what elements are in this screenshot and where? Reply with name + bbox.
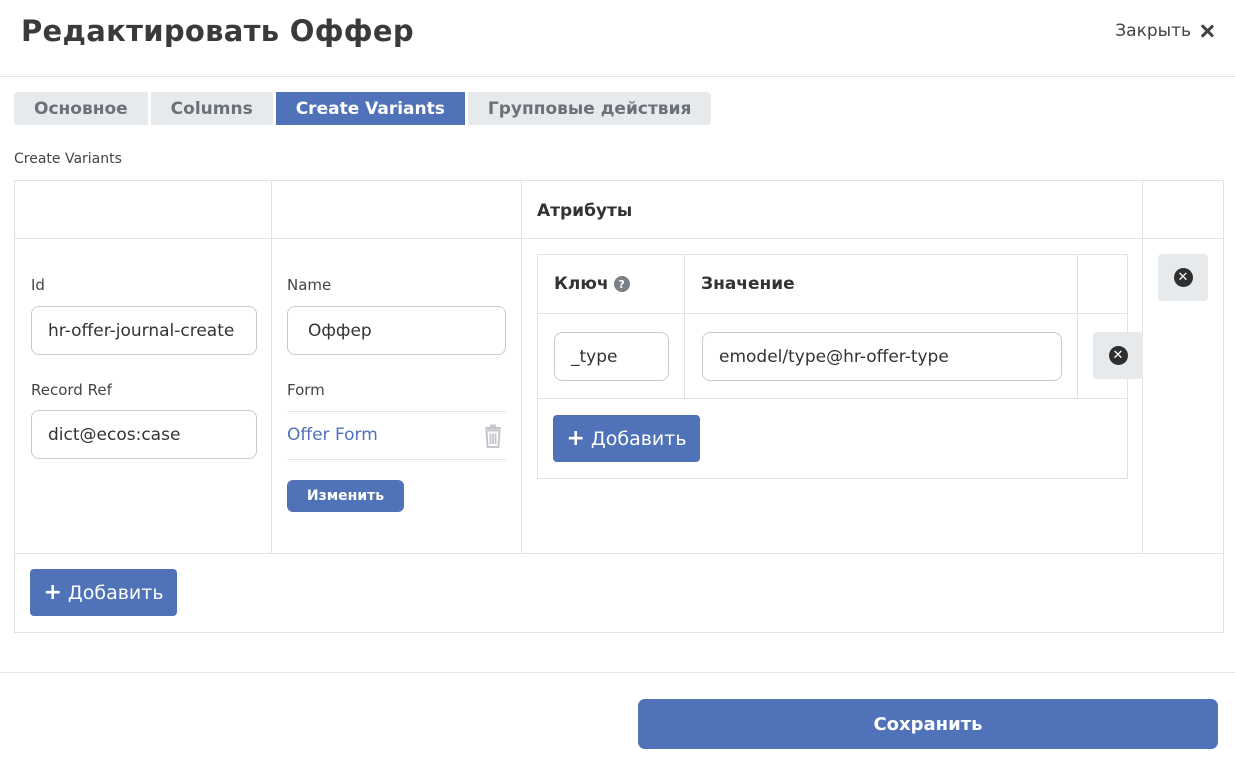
- tab-group-actions[interactable]: Групповые действия: [467, 92, 712, 125]
- add-attribute-button[interactable]: + Добавить: [553, 415, 700, 462]
- column-divider: [1077, 255, 1078, 398]
- footer-divider: [0, 672, 1235, 673]
- trash-icon[interactable]: [484, 424, 502, 448]
- plus-icon: +: [43, 579, 62, 605]
- remove-circle-icon: ✕: [1173, 268, 1193, 287]
- attributes-table: Ключ ? Значение _type emodel/type@hr-off…: [537, 254, 1143, 479]
- close-icon: [1199, 23, 1215, 39]
- column-divider: [521, 181, 522, 553]
- remove-attribute-button[interactable]: ✕: [1093, 332, 1143, 379]
- remove-circle-icon: ✕: [1108, 346, 1128, 365]
- key-header-label: Ключ: [554, 274, 609, 294]
- tab-create-variants[interactable]: Create Variants: [275, 92, 465, 125]
- column-divider: [684, 255, 685, 398]
- attribute-value-field[interactable]: emodel/type@hr-offer-type: [702, 332, 1062, 381]
- attributes-column-header: Атрибуты: [537, 201, 633, 221]
- plus-icon: +: [566, 425, 585, 451]
- close-button[interactable]: Закрыть: [1115, 21, 1215, 41]
- record-ref-field[interactable]: dict@ecos:case: [31, 410, 257, 459]
- name-label: Name: [287, 276, 332, 294]
- key-column-header: Ключ ?: [554, 274, 630, 294]
- add-variant-button[interactable]: + Добавить: [30, 569, 177, 616]
- remove-variant-button[interactable]: ✕: [1158, 254, 1208, 301]
- tab-basic[interactable]: Основное: [14, 92, 148, 125]
- form-label: Form: [287, 381, 325, 399]
- id-label: Id: [31, 276, 45, 294]
- column-divider: [271, 181, 272, 553]
- change-form-button[interactable]: Изменить: [287, 480, 404, 512]
- modal-title: Редактировать Оффер: [21, 14, 414, 48]
- modal-header: Редактировать Оффер Закрыть: [0, 0, 1235, 77]
- add-attribute-label: Добавить: [590, 427, 687, 450]
- tab-columns[interactable]: Columns: [150, 92, 273, 125]
- section-label: Create Variants: [14, 151, 122, 167]
- id-field[interactable]: hr-offer-journal-create: [31, 306, 257, 355]
- variants-table: Атрибуты Id hr-offer-journal-create Reco…: [14, 180, 1224, 633]
- form-selector: Offer Form: [287, 411, 506, 460]
- row-divider: [538, 398, 1127, 399]
- row-divider: [15, 553, 1223, 554]
- tab-bar: Основное Columns Create Variants Группов…: [14, 92, 712, 125]
- close-label: Закрыть: [1115, 21, 1191, 41]
- add-variant-label: Добавить: [67, 581, 164, 604]
- name-field[interactable]: Оффер: [287, 306, 506, 355]
- save-button[interactable]: Сохранить: [638, 699, 1218, 749]
- question-circle-icon[interactable]: ?: [613, 276, 630, 292]
- value-column-header: Значение: [701, 274, 795, 294]
- attribute-key-field[interactable]: _type: [554, 332, 669, 381]
- header-divider: [15, 238, 1223, 239]
- record-ref-label: Record Ref: [31, 381, 112, 399]
- form-link[interactable]: Offer Form: [287, 425, 378, 445]
- attributes-header-row: Ключ ? Значение: [538, 255, 1127, 314]
